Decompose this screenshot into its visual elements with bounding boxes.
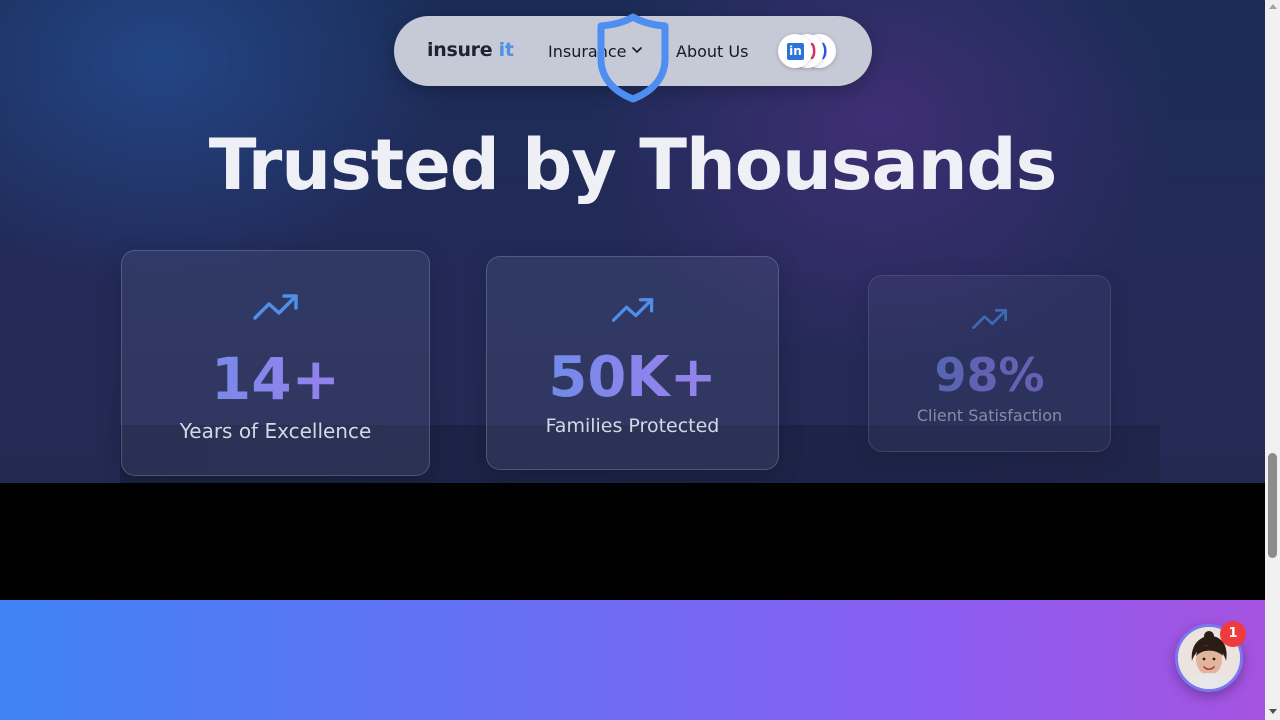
logo-main: insure xyxy=(427,39,493,61)
section-headline: Trusted by Thousands xyxy=(208,124,1058,206)
scroll-thumb[interactable] xyxy=(1268,453,1277,558)
stat-card-satisfaction: 98% Client Satisfaction xyxy=(868,275,1111,452)
shield-icon xyxy=(597,13,669,103)
page-scrollbar[interactable] xyxy=(1265,0,1280,720)
stat-label: Families Protected xyxy=(545,415,720,437)
trending-up-icon xyxy=(253,294,298,320)
scroll-up-arrow-icon[interactable] xyxy=(1269,4,1277,9)
notification-badge: 1 xyxy=(1220,621,1246,647)
cta-section xyxy=(0,600,1265,720)
trending-up-icon xyxy=(611,298,654,322)
nav-about-link[interactable]: About Us xyxy=(676,42,748,61)
linkedin-button[interactable]: in xyxy=(778,34,812,68)
stat-label: Years of Excellence xyxy=(179,419,372,443)
empty-section xyxy=(0,483,1265,600)
page: Trusted by Thousands 14+ Years of Excell… xyxy=(0,0,1280,720)
trending-up-icon xyxy=(972,309,1008,329)
stat-value: 50K+ xyxy=(487,345,778,410)
stat-value: 98% xyxy=(869,348,1110,402)
stats-section: Trusted by Thousands 14+ Years of Excell… xyxy=(0,0,1265,483)
stat-card-families: 50K+ Families Protected xyxy=(486,256,779,470)
scroll-down-arrow-icon[interactable] xyxy=(1269,709,1277,714)
stat-card-years: 14+ Years of Excellence xyxy=(121,250,430,476)
social-links: in xyxy=(778,34,840,68)
top-nav: insure it Insurance About Us in xyxy=(394,13,872,103)
logo[interactable]: insure it xyxy=(427,39,514,61)
linkedin-icon: in xyxy=(787,43,804,60)
stat-label: Client Satisfaction xyxy=(916,406,1063,425)
logo-accent: it xyxy=(498,39,514,61)
stat-value: 14+ xyxy=(122,345,429,413)
